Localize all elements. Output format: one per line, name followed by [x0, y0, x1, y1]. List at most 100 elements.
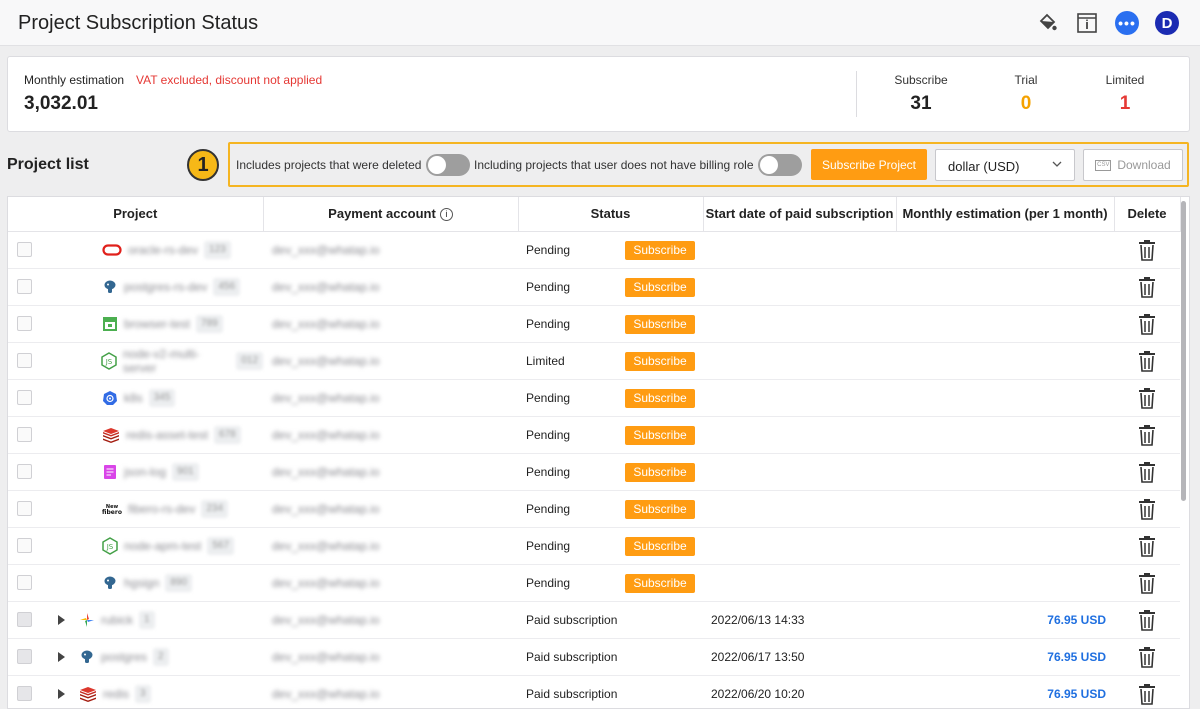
monthly-estimation-cell [896, 231, 1114, 269]
table-row[interactable]: browser-test 789 dev_xxx@whatap.io Pending S… [8, 305, 1180, 343]
subscribe-button[interactable]: Subscribe [625, 314, 695, 334]
trash-icon[interactable] [1114, 572, 1180, 594]
col-project[interactable]: Project [8, 197, 264, 232]
step-badge: 1 [187, 149, 219, 181]
stat-label: Subscribe [894, 73, 948, 87]
subscribe-project-button[interactable]: Subscribe Project [811, 149, 927, 180]
project-name[interactable]: k8s [124, 391, 143, 405]
start-date-cell [703, 379, 896, 417]
monthly-estimation-cell: 76.95 USD [896, 675, 1114, 708]
project-name[interactable]: postgres [101, 650, 147, 664]
project-name[interactable]: redis [103, 687, 129, 701]
project-name[interactable]: postgres-rs-dev [124, 280, 207, 294]
expand-arrow-icon[interactable] [58, 688, 65, 699]
table-row[interactable]: JS node-v2-multi-server 012 dev_xxx@whatap.… [8, 342, 1180, 380]
table-row[interactable]: redis-asset-test 678 dev_xxx@whatap.io Pend… [8, 416, 1180, 454]
start-date-cell [703, 453, 896, 491]
project-name[interactable]: node-v2-multi-server [123, 347, 230, 375]
trash-icon[interactable] [1114, 350, 1180, 372]
table-row[interactable]: postgres 2 dev_xxx@whatap.io Paid subscript… [8, 638, 1180, 676]
project-name[interactable]: browser-test [124, 317, 190, 331]
vertical-scrollbar[interactable] [1181, 201, 1186, 501]
status-text: Pending [526, 390, 571, 405]
row-checkbox[interactable] [17, 501, 32, 516]
row-checkbox[interactable] [17, 575, 32, 590]
expand-arrow-icon[interactable] [58, 614, 65, 625]
trash-icon[interactable] [1114, 239, 1180, 261]
trash-icon[interactable] [1114, 498, 1180, 520]
project-name[interactable]: rubick [101, 613, 133, 627]
postgresql-icon [102, 279, 118, 295]
table-row[interactable]: redis 3 dev_xxx@whatap.io Paid subscription… [8, 675, 1180, 708]
stat-label: Limited [1105, 73, 1145, 87]
subscribe-button[interactable]: Subscribe [625, 573, 695, 593]
postgresql-icon [102, 575, 118, 591]
row-checkbox[interactable] [17, 649, 32, 664]
trash-icon[interactable] [1114, 683, 1180, 705]
expand-arrow-icon[interactable] [58, 651, 65, 662]
row-checkbox[interactable] [17, 612, 32, 627]
trash-icon[interactable] [1114, 609, 1180, 631]
project-name[interactable]: oracle-rs-dev [128, 243, 198, 257]
subscribe-button[interactable]: Subscribe [625, 388, 695, 408]
col-start-date[interactable]: Start date of paid subscription [703, 197, 897, 232]
project-list-title: Project list [7, 156, 89, 173]
table-row[interactable]: rubick 1 dev_xxx@whatap.io Paid subscriptio… [8, 601, 1180, 639]
table-row[interactable]: JS node-apm-test 567 dev_xxx@whatap.io Pendi… [8, 527, 1180, 565]
row-checkbox[interactable] [17, 538, 32, 553]
subscribe-button[interactable]: Subscribe [625, 240, 695, 260]
row-checkbox[interactable] [17, 279, 32, 294]
subscribe-button[interactable]: Subscribe [625, 462, 695, 482]
trash-icon[interactable] [1114, 313, 1180, 335]
project-name[interactable]: redis-asset-test [126, 428, 208, 442]
project-name[interactable]: hgsign [124, 576, 159, 590]
csv-icon: CSV [1095, 159, 1112, 171]
table-row[interactable]: k8s 345 dev_xxx@whatap.io Pending Subscribe [8, 379, 1180, 417]
table-row[interactable]: hgsign 890 dev_xxx@whatap.io Pending Subscri… [8, 564, 1180, 602]
paint-bucket-icon[interactable] [1034, 10, 1060, 36]
oracle-icon [102, 243, 122, 256]
row-checkbox[interactable] [17, 390, 32, 405]
row-checkbox[interactable] [17, 686, 32, 701]
trash-icon[interactable] [1114, 387, 1180, 409]
trash-icon[interactable] [1114, 646, 1180, 668]
table-row[interactable]: oracle-rs-dev 123 dev_xxx@whatap.io Pending… [8, 231, 1180, 269]
status-text: Pending [526, 575, 571, 590]
project-name[interactable]: json-log [124, 465, 166, 479]
avatar-button[interactable]: D [1154, 10, 1180, 36]
delete-cell [1114, 453, 1180, 491]
currency-value: dollar (USD) [948, 159, 1020, 174]
project-name[interactable]: node-apm-test [124, 539, 201, 553]
trash-icon[interactable] [1114, 276, 1180, 298]
info-panel-icon[interactable] [1074, 10, 1100, 36]
currency-select[interactable]: dollar (USD) [935, 149, 1075, 181]
table-row[interactable]: postgres-rs-dev 456 dev_xxx@whatap.io Pendi… [8, 268, 1180, 306]
subscribe-button[interactable]: Subscribe [625, 499, 695, 519]
project-name[interactable]: fibero-rs-dev [128, 502, 195, 516]
row-checkbox[interactable] [17, 316, 32, 331]
table-row[interactable]: New fibero fibero-rs-dev 234 dev_xxx@whatap.… [8, 490, 1180, 528]
trash-icon[interactable] [1114, 535, 1180, 557]
row-checkbox[interactable] [17, 427, 32, 442]
row-checkbox[interactable] [17, 464, 32, 479]
row-checkbox[interactable] [17, 242, 32, 257]
billing-filter-toggle[interactable] [758, 154, 802, 176]
status-text: Paid subscription [526, 612, 618, 627]
subscribe-button[interactable]: Subscribe [625, 351, 695, 371]
trash-icon[interactable] [1114, 461, 1180, 483]
row-checkbox[interactable] [17, 353, 32, 368]
info-icon[interactable]: i [439, 208, 453, 222]
stat-value: 31 [910, 93, 932, 114]
col-payment-account[interactable]: Payment account i [263, 197, 519, 232]
chat-icon[interactable]: ••• [1114, 10, 1140, 36]
trash-icon[interactable] [1114, 424, 1180, 446]
subscribe-button[interactable]: Subscribe [625, 425, 695, 445]
download-button[interactable]: CSV Download [1083, 149, 1183, 181]
subscribe-button[interactable]: Subscribe [625, 277, 695, 297]
summary-card: Monthly estimation VAT excluded, discoun… [7, 56, 1190, 132]
col-status[interactable]: Status [518, 197, 704, 232]
table-row[interactable]: json-log 901 dev_xxx@whatap.io Pending Subsc… [8, 453, 1180, 491]
col-monthly-estimation[interactable]: Monthly estimation (per 1 month) [896, 197, 1115, 232]
deleted-filter-toggle[interactable] [426, 154, 470, 176]
subscribe-button[interactable]: Subscribe [625, 536, 695, 556]
